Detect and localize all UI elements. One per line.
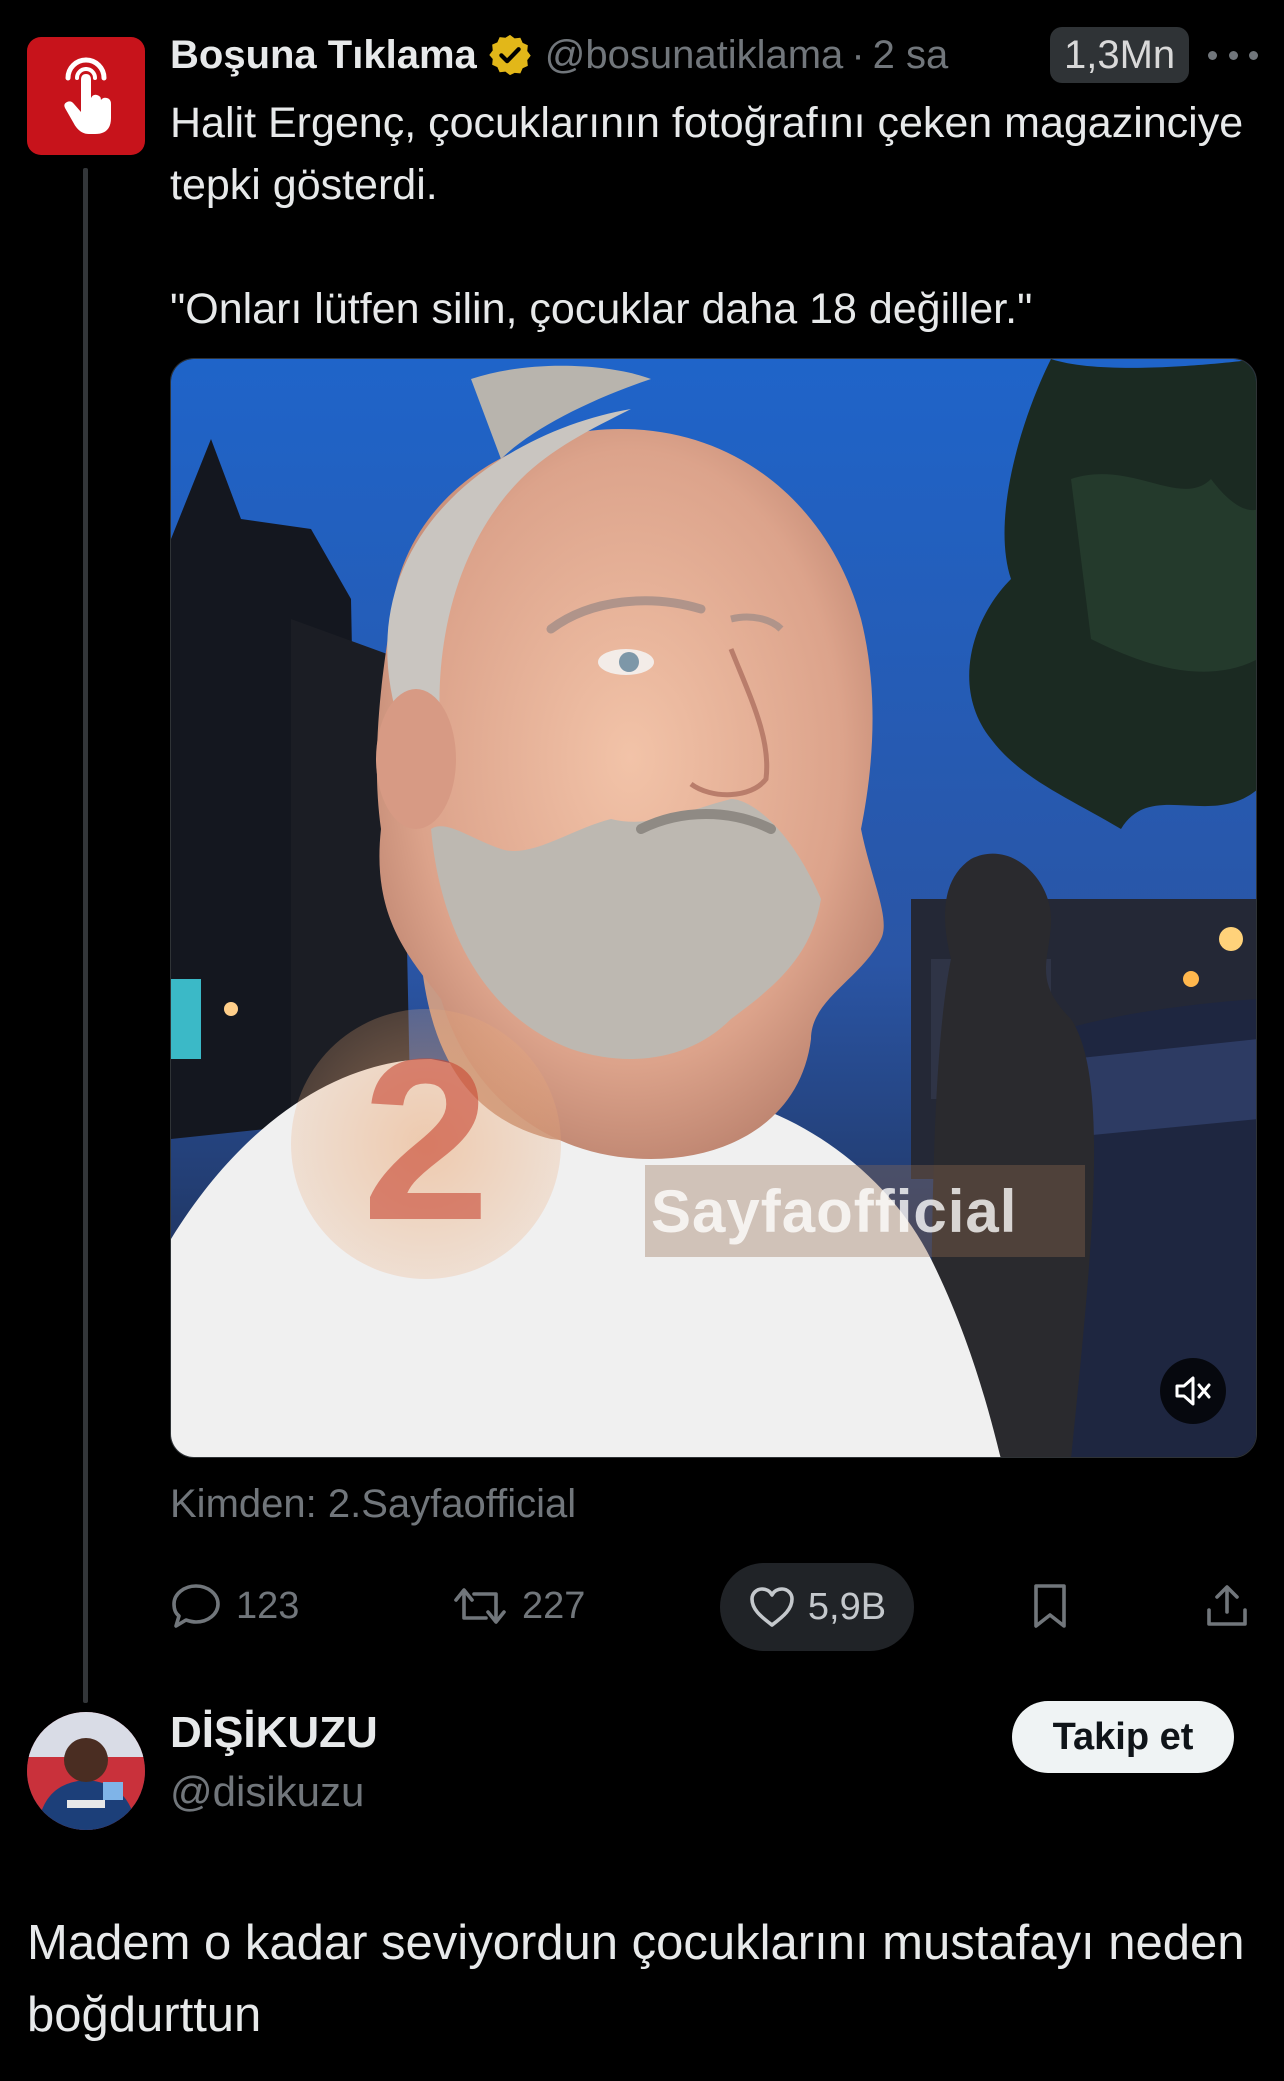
reply-author-avatar[interactable]: [27, 1712, 145, 1830]
retweet-count: 227: [522, 1584, 586, 1627]
views-count-badge[interactable]: 1,3Mn: [1050, 27, 1190, 83]
tweet-header: Boşuna Tıklama @bosunatiklama · 2 sa: [170, 30, 948, 80]
follow-button[interactable]: Takip et: [1012, 1701, 1234, 1773]
tweet-text: Halit Ergenç, çocuklarının fotoğrafını ç…: [170, 92, 1250, 340]
reply-icon: [172, 1584, 220, 1628]
author-avatar[interactable]: [27, 37, 145, 155]
reply-count: 123: [236, 1584, 300, 1627]
author-name[interactable]: Boşuna Tıklama: [170, 33, 477, 78]
thread-line: [83, 168, 88, 1703]
watermark-digit: 2: [362, 1011, 490, 1268]
separator-dot: ·: [851, 32, 865, 77]
share-button[interactable]: [1204, 1570, 1250, 1642]
verified-badge-icon[interactable]: [487, 32, 533, 78]
tweet-text-line: Halit Ergenç, çocuklarının fotoğrafını ç…: [170, 99, 1244, 209]
author-handle[interactable]: @bosunatiklama: [545, 33, 844, 78]
tweet-quote-line: "Onları lütfen silin, çocuklar daha 18 d…: [170, 285, 1033, 333]
like-count: 5,9B: [807, 1585, 887, 1628]
bookmark-button[interactable]: [1030, 1570, 1070, 1642]
retweet-button[interactable]: 227: [452, 1570, 585, 1642]
mute-icon: [1175, 1376, 1211, 1406]
tweet-time[interactable]: 2 sa: [873, 33, 949, 78]
bookmark-icon: [1034, 1584, 1066, 1628]
reply-author-handle[interactable]: @disikuzu: [170, 1768, 364, 1816]
touch-hand-icon: [64, 57, 111, 134]
heart-icon: [750, 1587, 794, 1627]
reply-author-name[interactable]: DİŞİKUZU: [170, 1708, 378, 1758]
like-button[interactable]: 5,9B: [720, 1563, 914, 1651]
media-source[interactable]: Kimden: 2.Sayfaofficial: [170, 1482, 576, 1527]
reply-text: Madem o kadar seviyordun çocuklarını mus…: [27, 1916, 1245, 2042]
retweet-icon: [454, 1588, 506, 1624]
reply-button[interactable]: 123: [170, 1570, 299, 1642]
avatar-photo: [27, 1712, 145, 1830]
tweet-video[interactable]: 2: [170, 358, 1257, 1458]
share-icon: [1207, 1585, 1247, 1626]
video-frame: 2: [171, 359, 1256, 1457]
more-icon[interactable]: [1208, 40, 1258, 70]
watermark-text: Sayfaofficial: [645, 1165, 1085, 1257]
mute-button[interactable]: [1160, 1358, 1226, 1424]
